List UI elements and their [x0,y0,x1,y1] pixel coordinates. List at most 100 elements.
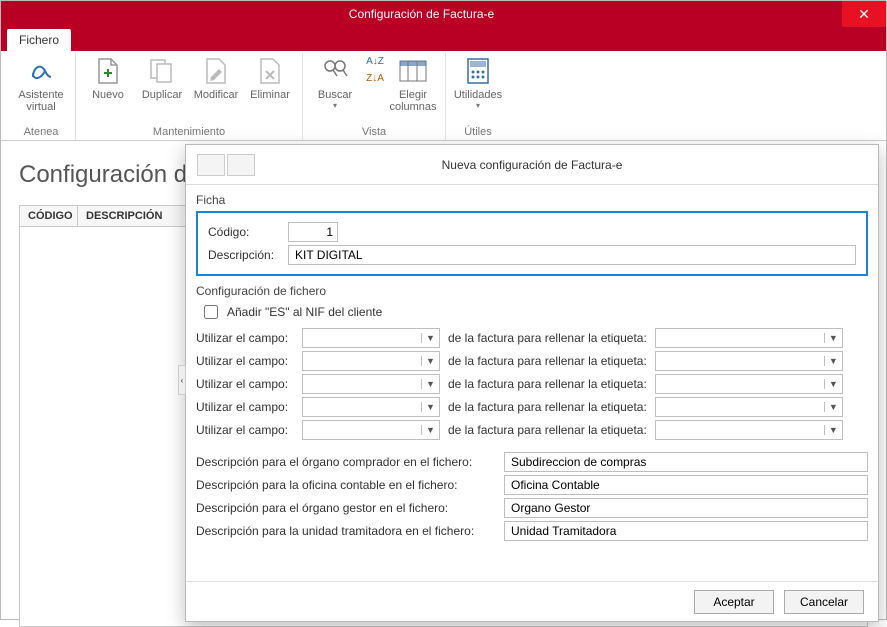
section-file-config: Configuración de fichero [196,284,868,298]
desc-row-label: Descripción para el órgano comprador en … [196,455,496,469]
target-tag-combo[interactable]: ▼ [655,328,843,348]
code-input[interactable] [288,222,338,242]
map-row: Utilizar el campo:▼de la factura para re… [196,420,868,440]
ribbon-group-vista: Buscar ▾ A↓Z Z↓A Elegir columnas Vista [303,53,446,140]
window-title: Configuración de Factura-e [1,7,842,21]
duplicate-icon [146,55,178,87]
source-field-combo[interactable]: ▼ [302,328,440,348]
delete-label: Eliminar [250,89,290,101]
chevron-down-icon: ▼ [421,379,439,389]
duplicate-button[interactable]: Duplicar [136,53,188,103]
fill-tag-label: de la factura para rellenar la etiqueta: [448,377,647,391]
dialog-titlebar: Nueva configuración de Factura-e [186,145,878,185]
chevron-down-icon: ▼ [421,402,439,412]
collapse-handle[interactable]: ‹ [178,365,186,395]
section-ficha: Ficha [196,193,868,207]
tab-fichero[interactable]: Fichero [7,29,71,51]
col-codigo[interactable]: CÓDIGO [20,206,78,226]
ribbon-group-atenea: Asistente virtual Atenea [7,53,76,140]
workspace: Configuración de CÓDIGO DESCRIPCIÓN ‹ Nu… [1,141,886,619]
ficha-fieldset: Código: Descripción: [196,211,868,276]
use-field-label: Utilizar el campo: [196,354,294,368]
desc-input[interactable] [288,245,856,265]
art-lines-icon [227,154,255,176]
accept-button[interactable]: Aceptar [694,590,774,614]
fill-tag-label: de la factura para rellenar la etiqueta: [448,354,647,368]
chevron-down-icon: ▼ [421,333,439,343]
fill-tag-label: de la factura para rellenar la etiqueta: [448,400,647,414]
source-field-combo[interactable]: ▼ [302,351,440,371]
target-tag-combo[interactable]: ▼ [655,374,843,394]
cancel-button[interactable]: Cancelar [784,590,864,614]
chevron-down-icon: ▼ [824,425,842,435]
sort-az-button[interactable]: A↓Z [365,53,385,69]
source-field-combo[interactable]: ▼ [302,397,440,417]
group-label-utiles: Útiles [464,126,492,140]
desc-row-label: Descripción para el órgano gestor en el … [196,501,496,515]
dialog-title: Nueva configuración de Factura-e [266,158,878,172]
desc-row-input[interactable] [504,452,868,472]
desc-row-input[interactable] [504,521,868,541]
use-field-label: Utilizar el campo: [196,331,294,345]
ribbon: Asistente virtual Atenea Nuevo Duplicar [1,51,886,141]
sort-stack: A↓Z Z↓A [365,53,385,86]
modify-button[interactable]: Modificar [190,53,242,103]
desc-row: Descripción para la unidad tramitadora e… [196,521,868,541]
dialog-buttons: Aceptar Cancelar [186,581,878,621]
use-field-label: Utilizar el campo: [196,400,294,414]
ribbon-tabstrip: Fichero [1,27,886,51]
chevron-down-icon: ▼ [824,402,842,412]
utilities-button[interactable]: Utilidades ▾ [452,53,504,112]
assistant-button[interactable]: Asistente virtual [13,53,69,115]
target-tag-combo[interactable]: ▼ [655,351,843,371]
desc-row-label: Descripción para la oficina contable en … [196,478,496,492]
new-button[interactable]: Nuevo [82,53,134,103]
columns-icon [397,55,429,87]
choose-columns-label: Elegir columnas [389,89,436,113]
sort-za-button[interactable]: Z↓A [365,70,385,86]
map-row: Utilizar el campo: ▼ de la factura para re… [196,328,868,348]
utilities-label: Utilidades [454,89,502,101]
modify-label: Modificar [194,89,239,101]
desc-row: Descripción para la oficina contable en … [196,475,868,495]
choose-columns-button[interactable]: Elegir columnas [387,53,439,115]
source-field-combo[interactable]: ▼ [302,420,440,440]
target-tag-combo[interactable]: ▼ [655,397,843,417]
desc-row-label: Descripción para la unidad tramitadora e… [196,524,496,538]
source-field-combo[interactable]: ▼ [302,374,440,394]
delete-button[interactable]: Eliminar [244,53,296,103]
main-window: Configuración de Factura-e ✕ Fichero Asi… [0,0,887,620]
group-label-atenea: Atenea [24,126,59,140]
map-row: Utilizar el campo: ▼ de la factura para re… [196,397,868,417]
chevron-down-icon: ▼ [421,425,439,435]
chevron-down-icon: ▼ [824,379,842,389]
add-es-checkbox[interactable] [204,305,218,319]
fill-tag-label: de la factura para rellenar la etiqueta: [448,423,647,437]
desc-label: Descripción: [208,248,282,262]
desc-row-input[interactable] [504,498,868,518]
duplicate-label: Duplicar [142,89,182,101]
map-row: Utilizar el campo: ▼ de la factura para re… [196,374,868,394]
chevron-down-icon: ▼ [824,356,842,366]
code-label: Código: [208,225,282,239]
new-config-dialog: ‹ Nueva configuración de Factura-e Ficha… [185,144,879,622]
new-icon [92,55,124,87]
sort-az-icon: A↓Z [366,56,384,67]
ribbon-group-mantenimiento: Nuevo Duplicar Modificar [76,53,303,140]
search-label: Buscar [318,89,352,101]
ribbon-group-utiles: Utilidades ▾ Útiles [446,53,510,140]
close-button[interactable]: ✕ [842,1,886,27]
group-label-mantenimiento: Mantenimiento [153,126,225,140]
fill-tag-label: de la factura para rellenar la etiqueta: [448,331,647,345]
titlebar: Configuración de Factura-e ✕ [1,1,886,27]
chevron-left-icon: ‹ [181,376,184,385]
add-es-checkbox-row: Añadir "ES" al NIF del cliente [200,302,868,322]
chevron-down-icon: ▼ [421,356,439,366]
target-tag-combo[interactable]: ▼ [655,420,843,440]
search-button[interactable]: Buscar ▾ [309,53,361,112]
desc-row-input[interactable] [504,475,868,495]
alpha-icon [25,55,57,87]
add-es-label: Añadir "ES" al NIF del cliente [227,305,382,319]
map-row: Utilizar el campo: ▼ de la factura para re… [196,351,868,371]
use-field-label: Utilizar el campo: [196,377,294,391]
